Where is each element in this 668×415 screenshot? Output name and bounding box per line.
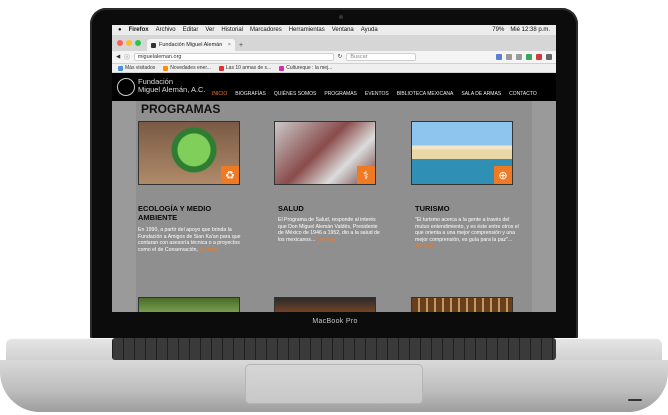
nav-inicio[interactable]: INICIO [212, 91, 227, 97]
card-text-tourism-body: "El turismo acerca a la gente a través d… [415, 217, 519, 243]
toolbar-icons [496, 54, 552, 60]
page-info-icon[interactable]: ⓘ [124, 53, 130, 61]
back-icon[interactable]: ◀ [116, 54, 120, 60]
recycle-icon: ♻ [221, 166, 239, 184]
logo-icon[interactable] [117, 78, 135, 96]
menu-historial[interactable]: Historial [221, 27, 243, 33]
search-input[interactable]: Buscar [346, 53, 417, 61]
menu-editar[interactable]: Editar [183, 27, 199, 33]
page-title: PROGRAMAS [141, 102, 221, 116]
site-header: Fundación Miguel Alemán, A.C. INICIO BIO… [112, 73, 556, 101]
favicon-icon [151, 42, 156, 48]
globe-icon: ⊕ [494, 166, 512, 184]
new-tab-icon[interactable]: + [239, 42, 243, 49]
bookmark-icon [118, 65, 123, 71]
keyboard [112, 338, 556, 360]
bookmark-label: Las 10 armas de s... [225, 65, 272, 71]
program-image-row2-1[interactable] [138, 297, 240, 312]
minimize-window-icon[interactable] [126, 40, 132, 46]
menu-herramientas[interactable]: Herramientas [289, 27, 325, 33]
menu-ver[interactable]: Ver [205, 27, 214, 33]
menubar-app-name[interactable]: Firefox [129, 27, 149, 33]
nav-contacto[interactable]: CONTACTO [509, 91, 537, 97]
card-text-ecology-body: En 1990, a partir del apoyo que brinda l… [138, 227, 241, 253]
read-more-link[interactable]: ver más [317, 237, 335, 243]
bookmark-label: Más visitados [125, 65, 156, 71]
tab-strip: Fundación Miguel Alemán × + [112, 35, 556, 51]
status-led [628, 399, 642, 401]
programs-content: PROGRAMAS ♻ ECOLOGÍA Y MEDIO AMBIENTE En… [136, 101, 532, 312]
close-window-icon[interactable] [117, 40, 123, 46]
card-text-tourism: "El turismo acerca a la gente a través d… [415, 217, 519, 250]
bookmark-item[interactable]: Las 10 armas de s... [218, 65, 272, 71]
program-image-row2-3[interactable] [411, 297, 513, 312]
card-title-health[interactable]: SALUD [278, 204, 382, 213]
bookmark-item[interactable]: Más visitados [118, 65, 155, 71]
card-title-ecology[interactable]: ECOLOGÍA Y MEDIO AMBIENTE [138, 204, 242, 222]
card-text-ecology: En 1990, a partir del apoyo que brinda l… [138, 227, 242, 253]
menubar-clock[interactable]: Mié 12:38 p.m. [510, 27, 550, 33]
apple-menu-icon[interactable]: ● [118, 27, 122, 33]
read-more-link[interactable]: ver más [415, 243, 433, 249]
logo-line-2: Miguel Alemán, A.C. [138, 85, 206, 94]
tourism-image[interactable]: ⊕ [411, 121, 513, 185]
nav-programas[interactable]: PROGRAMAS [324, 91, 357, 97]
card-title-tourism[interactable]: TURISMO [415, 204, 519, 213]
download-icon[interactable] [496, 54, 502, 60]
extension-icon[interactable] [526, 54, 532, 60]
health-image[interactable]: ⚕ [274, 121, 376, 185]
bookmark-icon [279, 65, 285, 71]
url-field[interactable]: miguelaleman.org [133, 53, 334, 61]
bookmark-icon [218, 65, 224, 71]
program-image-row2-2[interactable] [274, 297, 376, 312]
nav-sala-de-armas[interactable]: SALA DE ARMAS [461, 91, 501, 97]
bookmark-label: Cultureque : la mej... [286, 65, 333, 71]
menu-icon[interactable] [546, 54, 552, 60]
bookmark-item[interactable]: Cultureque : la mej... [279, 65, 332, 71]
main-nav: INICIO BIOGRAFÍAS QUIÉNES SOMOS PROGRAMA… [212, 91, 537, 97]
camera-icon [339, 15, 343, 19]
bookmark-item[interactable]: Novedades ener... [163, 65, 211, 71]
screen: ● Firefox Archivo Editar Ver Historial M… [112, 25, 556, 312]
zoom-window-icon[interactable] [135, 40, 141, 46]
device-model-label: MacBook Pro [312, 318, 358, 325]
tab-title: Fundación Miguel Alemán [159, 42, 223, 48]
url-text: miguelaleman.org [137, 54, 182, 60]
menu-ayuda[interactable]: Ayuda [361, 27, 378, 33]
home-icon[interactable] [506, 54, 512, 60]
bookmarks-bar: Más visitados Novedades ener... Las 10 a… [112, 64, 556, 73]
adblock-icon[interactable] [536, 54, 542, 60]
stethoscope-icon: ⚕ [357, 166, 375, 184]
menu-ventana[interactable]: Ventana [332, 27, 354, 33]
ecology-image[interactable]: ♻ [138, 121, 240, 185]
window-controls [112, 40, 147, 51]
nav-biblioteca[interactable]: BIBLIOTECA MEXICANA [397, 91, 454, 97]
nav-eventos[interactable]: EVENTOS [365, 91, 389, 97]
navigation-toolbar: ◀ ⓘ miguelaleman.org ↻ Buscar [112, 51, 556, 64]
card-text-health: El Programa de Salud, responde al interé… [278, 217, 382, 243]
trackpad [245, 364, 423, 404]
browser-tab[interactable]: Fundación Miguel Alemán × [147, 39, 235, 51]
search-placeholder: Buscar [350, 54, 368, 60]
read-more-link[interactable]: ver más [199, 247, 217, 253]
site-logo-text[interactable]: Fundación Miguel Alemán, A.C. [138, 78, 206, 94]
battery-percent[interactable]: 79% [492, 27, 504, 33]
tab-close-icon[interactable]: × [228, 42, 231, 48]
nav-quienes-somos[interactable]: QUIÉNES SOMOS [274, 91, 317, 97]
menu-archivo[interactable]: Archivo [156, 27, 176, 33]
macos-menubar: ● Firefox Archivo Editar Ver Historial M… [112, 25, 556, 35]
reload-icon[interactable]: ↻ [338, 54, 343, 60]
bookmark-label: Novedades ener... [170, 65, 211, 71]
bookmark-star-icon[interactable] [516, 54, 522, 60]
menu-marcadores[interactable]: Marcadores [250, 27, 282, 33]
nav-biografias[interactable]: BIOGRAFÍAS [235, 91, 266, 97]
bookmark-icon [163, 65, 169, 71]
